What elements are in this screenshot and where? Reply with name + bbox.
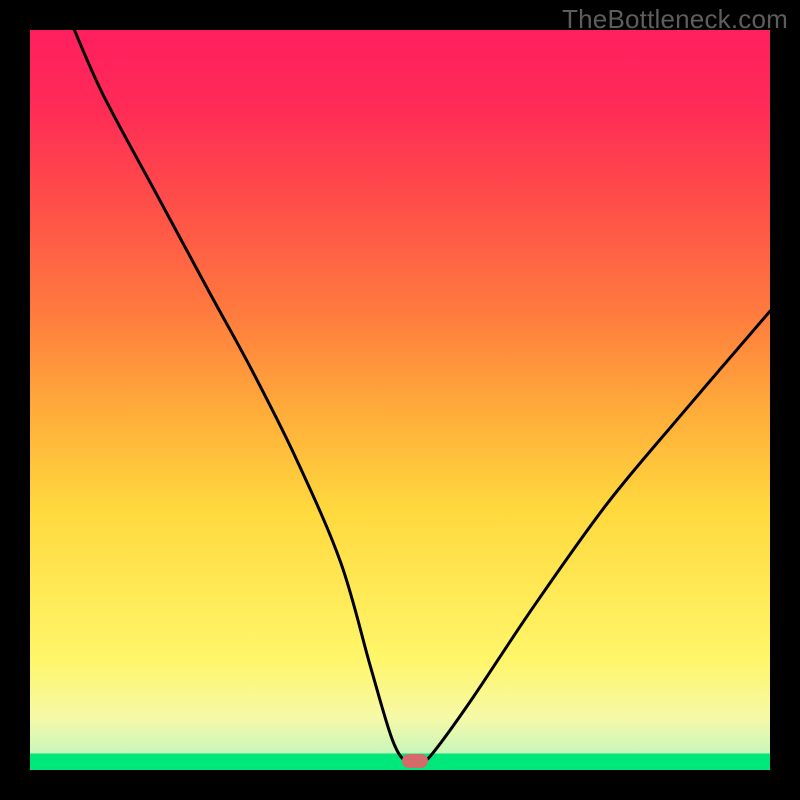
watermark-text: TheBottleneck.com <box>562 4 788 35</box>
bottleneck-curve <box>30 30 770 770</box>
minimum-marker <box>402 754 428 768</box>
curve-path <box>74 30 770 765</box>
chart-frame: TheBottleneck.com <box>0 0 800 800</box>
plot-area <box>30 30 770 770</box>
